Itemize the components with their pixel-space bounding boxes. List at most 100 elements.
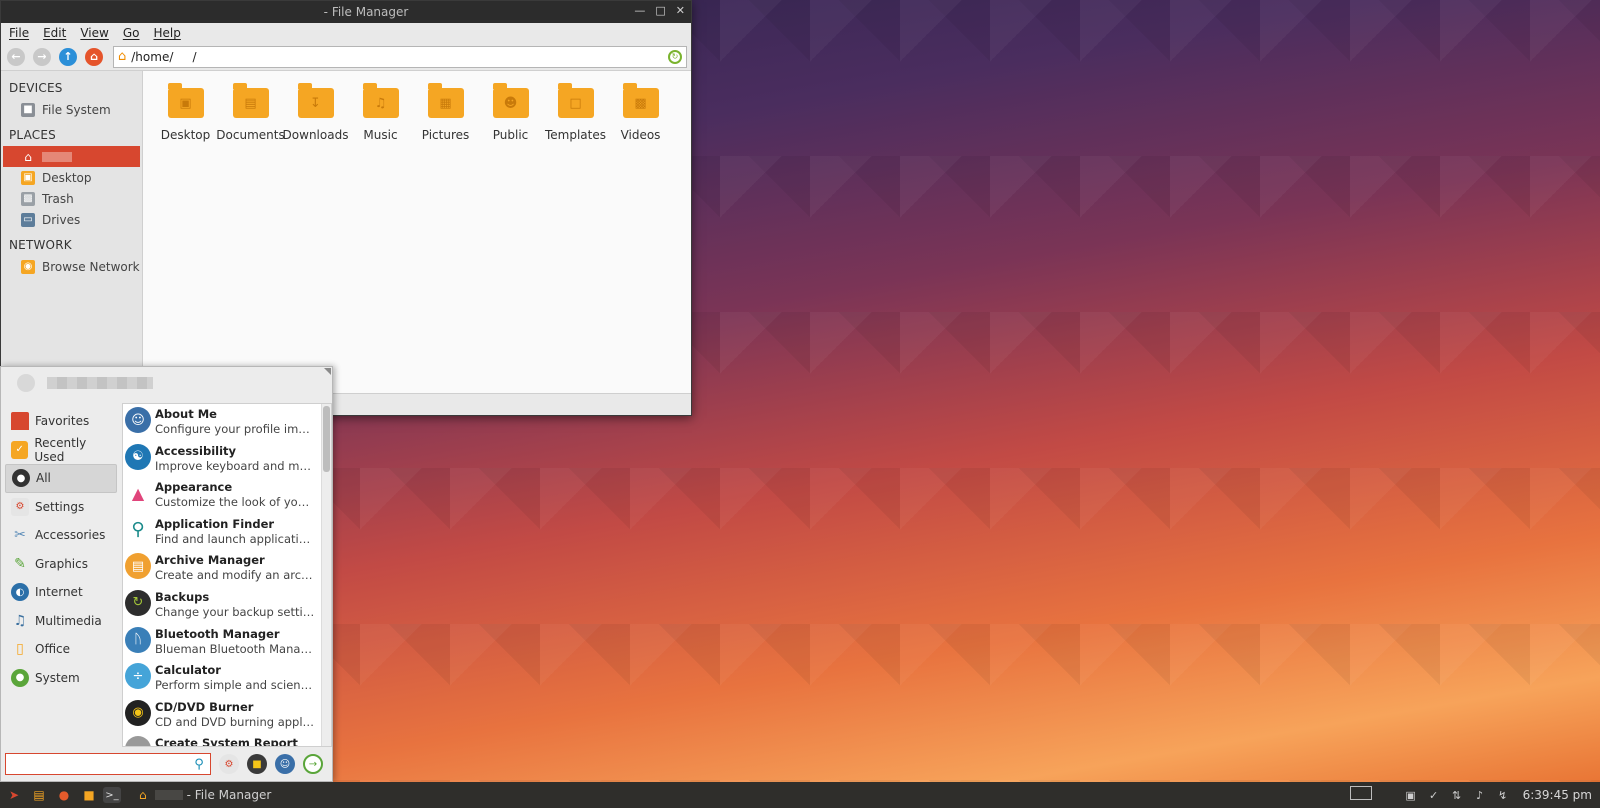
list-item[interactable]: ÷ CalculatorPerform simple and scientifi… bbox=[123, 660, 331, 697]
switch-user-icon[interactable]: ☺ bbox=[275, 754, 295, 774]
transfer-arrows-icon[interactable]: ⇅ bbox=[1450, 788, 1464, 802]
menu-go[interactable]: Go bbox=[123, 26, 140, 40]
archive-icon: ▤ bbox=[125, 553, 151, 580]
lock-screen-icon[interactable]: ■ bbox=[247, 754, 267, 774]
terminal-icon[interactable]: >_ bbox=[103, 787, 121, 803]
power-icon[interactable]: ↯ bbox=[1496, 788, 1510, 802]
category-label: Recently Used bbox=[34, 435, 87, 464]
app-name: Backups bbox=[155, 589, 210, 604]
location-input[interactable] bbox=[131, 49, 668, 64]
app-description: Find and launch applications in... bbox=[155, 531, 315, 546]
menu-help[interactable]: Help bbox=[153, 26, 180, 40]
reload-icon[interactable]: ↻ bbox=[668, 49, 682, 64]
list-item[interactable]: ☺ About MeConfigure your profile image a… bbox=[123, 404, 331, 441]
forward-icon[interactable]: → bbox=[33, 47, 51, 66]
log-out-icon[interactable]: → bbox=[303, 754, 323, 774]
menu-launcher-icon[interactable]: ➤ bbox=[3, 785, 25, 805]
file-view[interactable]: ▣ Desktop ▤ Documents ↧ Downloads ♫ Musi… bbox=[143, 71, 691, 393]
menu-file[interactable]: File bbox=[9, 26, 29, 40]
desktop-folder-icon: ▣ bbox=[21, 170, 35, 185]
list-item[interactable]: ⚲ Application Finder Find and launch appl… bbox=[123, 514, 331, 551]
settings-manager-icon[interactable]: ⚙ bbox=[219, 754, 239, 774]
folder-videos[interactable]: ▩ Videos bbox=[608, 81, 673, 142]
parent-folder-icon[interactable]: ↑ bbox=[59, 47, 77, 66]
window-titlebar[interactable]: - File Manager — □ ✕ bbox=[1, 1, 691, 23]
app-description: Configure your profile image a... bbox=[155, 422, 315, 436]
list-item[interactable]: ↻ Backups Change your backup settings bbox=[123, 587, 331, 624]
folder-templates[interactable]: □ Templates bbox=[543, 81, 608, 142]
monitor-icon: ▭ bbox=[21, 212, 35, 227]
resize-grip-icon[interactable] bbox=[324, 368, 331, 375]
sidebar-item-desktop[interactable]: ▣ Desktop bbox=[1, 167, 142, 188]
category-settings[interactable]: ⚙ Settings bbox=[5, 493, 117, 522]
volume-icon[interactable]: ♪ bbox=[1473, 788, 1487, 802]
category-graphics[interactable]: ✎ Graphics bbox=[5, 550, 117, 579]
list-item[interactable]: Create System Report bbox=[123, 733, 331, 746]
app-name: Bluetooth Manager bbox=[155, 626, 280, 641]
scrollbar[interactable] bbox=[321, 404, 331, 746]
application-list[interactable]: ☺ About MeConfigure your profile image a… bbox=[122, 403, 332, 747]
folder-label: Public bbox=[492, 128, 529, 142]
maximize-icon[interactable]: □ bbox=[655, 4, 665, 17]
category-label: System bbox=[35, 670, 80, 685]
folder-documents[interactable]: ▤ Documents bbox=[216, 81, 285, 142]
firefox-icon[interactable]: ● bbox=[53, 785, 75, 805]
scrollbar-thumb[interactable] bbox=[323, 406, 330, 472]
taskbar-window-button[interactable]: ⌂ - File Manager bbox=[133, 784, 277, 806]
sidebar-item-label: Browse Network bbox=[42, 259, 140, 274]
category-recently-used[interactable]: ✓ Recently Used bbox=[5, 436, 117, 465]
category-label: Office bbox=[35, 642, 71, 657]
category-label: Graphics bbox=[35, 556, 88, 571]
back-icon[interactable]: ← bbox=[7, 47, 25, 66]
workspace-switcher[interactable] bbox=[1350, 786, 1372, 800]
folder-pictures[interactable]: ▦ Pictures bbox=[413, 81, 478, 142]
sidebar-item-home[interactable]: ⌂ bbox=[3, 146, 140, 167]
close-icon[interactable]: ✕ bbox=[676, 4, 685, 17]
sidebar-item-label: Drives bbox=[42, 212, 81, 227]
menu-view[interactable]: View bbox=[80, 26, 108, 40]
list-item[interactable]: ◉ CD/DVD Burner CD and DVD burning applic… bbox=[123, 697, 331, 734]
search-box[interactable]: ⚲ bbox=[5, 753, 211, 775]
clock[interactable]: 6:39:45 pm bbox=[1523, 788, 1592, 802]
list-item[interactable]: ▲ AppearanceCustomize the look of your d… bbox=[123, 477, 331, 514]
category-office[interactable]: ▯ Office bbox=[5, 635, 117, 664]
folder-downloads[interactable]: ↧ Downloads bbox=[283, 81, 348, 142]
file-manager-launcher-icon[interactable]: ▤ bbox=[28, 785, 50, 805]
list-item[interactable]: ᚢ Bluetooth Manager Blueman Bluetooth Man… bbox=[123, 624, 331, 661]
sidebar-item-browse-network[interactable]: ◉ Browse Network bbox=[1, 256, 142, 277]
app-description: Blueman Bluetooth Manager bbox=[155, 641, 315, 656]
sidebar-item-file-system[interactable]: ■ File System bbox=[1, 99, 142, 120]
calculator-icon: ÷ bbox=[125, 663, 151, 690]
clipboard-icon[interactable]: ✓ bbox=[1427, 788, 1441, 802]
public-folder-icon: ☻ bbox=[492, 83, 529, 118]
menu-edit[interactable]: Edit bbox=[43, 26, 66, 40]
sidebar-item-trash[interactable]: ▩ Trash bbox=[1, 188, 142, 209]
application-menu: Favorites ✓ Recently Used ● All ⚙ Settin… bbox=[0, 366, 333, 782]
list-item[interactable]: ▤ Archive Manager Create and modify an ar… bbox=[123, 550, 331, 587]
app-name: Accessibility bbox=[155, 443, 237, 458]
menu-bar: File Edit View Go Help bbox=[1, 23, 691, 43]
user-header bbox=[1, 367, 332, 399]
sidebar-item-drives[interactable]: ▭ Drives bbox=[1, 209, 142, 230]
category-multimedia[interactable]: ♫ Multimedia bbox=[5, 607, 117, 636]
folder-public[interactable]: ☻ Public bbox=[478, 81, 543, 142]
category-internet[interactable]: ◐ Internet bbox=[5, 578, 117, 607]
minimize-icon[interactable]: — bbox=[634, 4, 645, 17]
category-label: All bbox=[36, 471, 51, 486]
network-icon[interactable]: ▣ bbox=[1404, 788, 1418, 802]
location-bar[interactable]: ⌂ ↻ bbox=[113, 45, 687, 68]
pictures-folder-icon: ▦ bbox=[427, 83, 464, 118]
redacted-username bbox=[47, 377, 153, 389]
category-system[interactable]: ● System bbox=[5, 664, 117, 693]
category-favorites[interactable]: Favorites bbox=[5, 407, 117, 436]
search-input[interactable] bbox=[6, 757, 191, 771]
category-accessories[interactable]: ✂ Accessories bbox=[5, 521, 117, 550]
list-item[interactable]: ☯ AccessibilityImprove keyboard and mous… bbox=[123, 441, 331, 478]
home-icon[interactable]: ⌂ bbox=[85, 47, 103, 66]
folder-desktop[interactable]: ▣ Desktop bbox=[153, 81, 218, 142]
settings-icon: ⚙ bbox=[11, 497, 29, 516]
category-all[interactable]: ● All bbox=[5, 464, 117, 493]
home-folder-launcher-icon[interactable]: ■ bbox=[78, 785, 100, 805]
folder-label: Templates bbox=[544, 128, 606, 142]
folder-music[interactable]: ♫ Music bbox=[348, 81, 413, 142]
